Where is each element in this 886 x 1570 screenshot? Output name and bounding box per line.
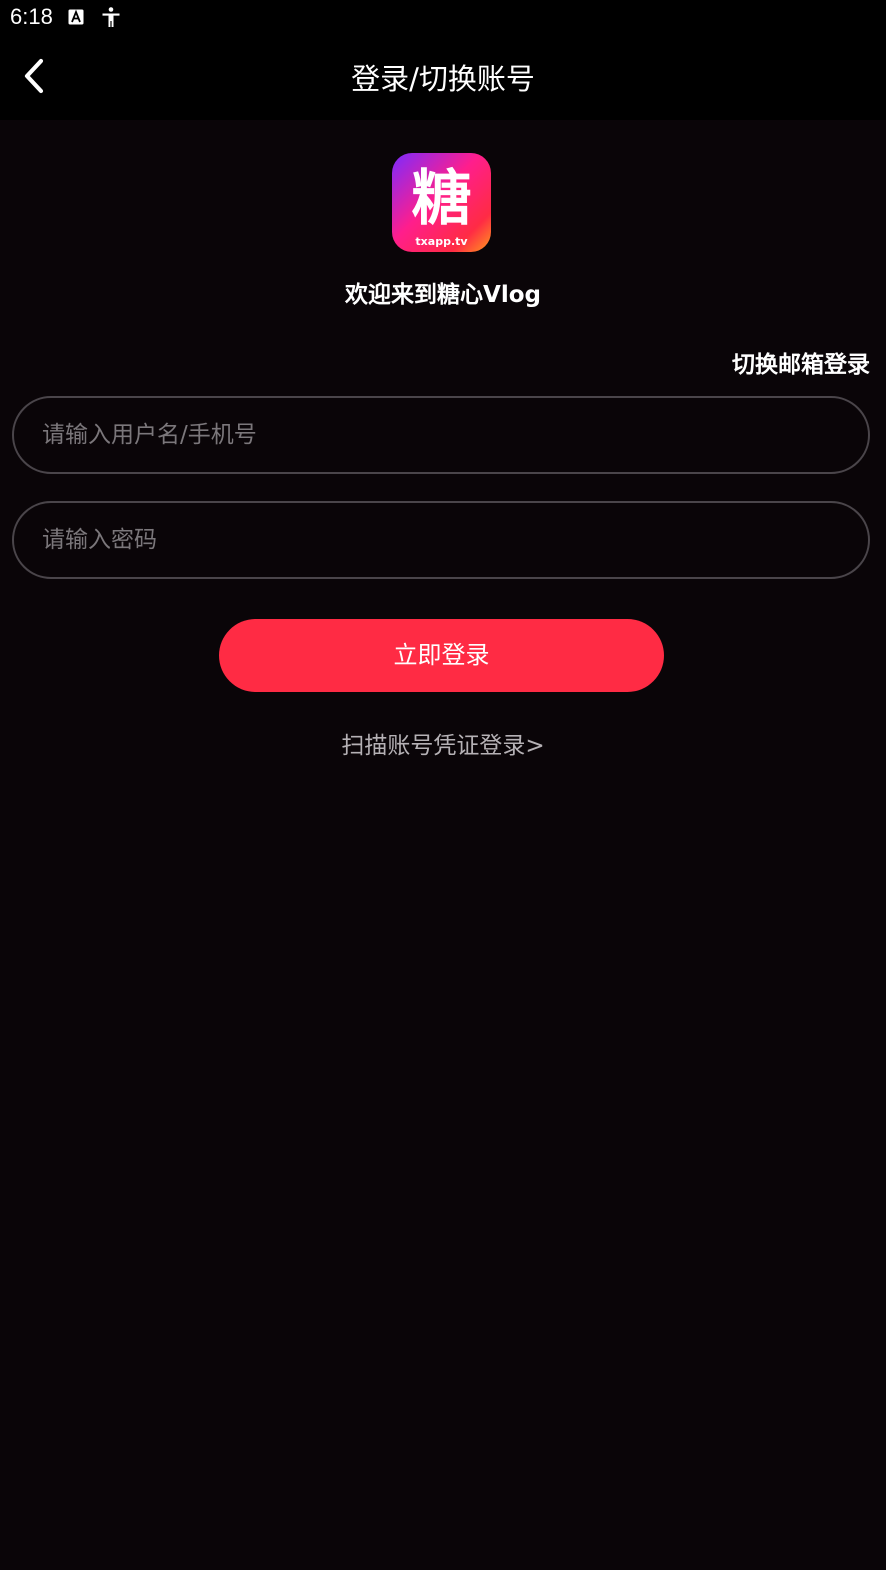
username-input[interactable] — [14, 398, 868, 472]
username-field[interactable] — [12, 396, 870, 474]
welcome-text: 欢迎来到糖心Vlog — [345, 282, 541, 308]
status-time: 6:18 — [10, 4, 53, 29]
password-input[interactable] — [14, 503, 868, 577]
login-button[interactable]: 立即登录 — [219, 619, 664, 692]
logo-glyph: 糖 — [412, 164, 472, 234]
accessibility-icon — [100, 6, 122, 28]
status-bar: 6:18 — [0, 0, 886, 38]
app-logo: 糖 txapp.tv — [392, 153, 491, 252]
scan-credential-login-link[interactable]: 扫描账号凭证登录> — [0, 726, 886, 760]
back-button[interactable] — [8, 52, 60, 104]
switch-email-login-link[interactable]: 切换邮箱登录 — [732, 345, 870, 379]
chevron-left-icon — [20, 58, 48, 98]
page-title: 登录/切换账号 — [351, 62, 535, 96]
a-box-icon — [68, 9, 84, 25]
app-bar: 登录/切换账号 — [0, 38, 886, 120]
password-field[interactable] — [12, 501, 870, 579]
logo-caption: txapp.tv — [415, 235, 468, 248]
login-content: 糖 txapp.tv 欢迎来到糖心Vlog 切换邮箱登录 立即登录 扫描账号凭证… — [0, 120, 886, 1570]
